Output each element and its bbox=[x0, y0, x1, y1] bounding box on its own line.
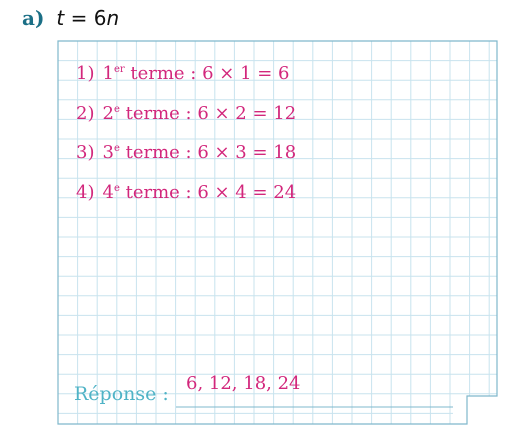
item-colon: : bbox=[179, 142, 198, 163]
item-number: 3) bbox=[76, 142, 95, 163]
item-colon: : bbox=[179, 103, 198, 124]
response-label: Réponse : bbox=[74, 383, 169, 405]
grid-border bbox=[57, 40, 498, 425]
item-word: terme bbox=[119, 182, 180, 203]
item-ordinal: 2 bbox=[102, 103, 114, 124]
item-number: 2) bbox=[76, 103, 95, 124]
list-item-4: 4) 4e terme : 6 × 4 = 24 bbox=[76, 182, 296, 204]
item-calculation: 6 × 1 = 6 bbox=[202, 63, 290, 84]
item-colon: : bbox=[184, 63, 203, 84]
item-colon: : bbox=[179, 182, 198, 203]
item-ordinal: 3 bbox=[102, 142, 114, 163]
grid-corner-notch bbox=[453, 396, 503, 428]
item-calculation: 6 × 3 = 18 bbox=[197, 142, 297, 163]
list-item-2: 2) 2e terme : 6 × 2 = 12 bbox=[76, 103, 296, 125]
item-calculation: 6 × 4 = 24 bbox=[197, 182, 297, 203]
item-word: terme bbox=[119, 142, 180, 163]
item-number: 4) bbox=[76, 182, 95, 203]
item-ordinal-suffix: er bbox=[113, 64, 125, 75]
item-ordinal: 1 bbox=[102, 63, 114, 84]
item-word: terme bbox=[119, 103, 180, 124]
list-item-1: 1) 1er terme : 6 × 1 = 6 bbox=[76, 63, 290, 85]
item-ordinal: 4 bbox=[102, 182, 114, 203]
item-word: terme bbox=[124, 63, 185, 84]
list-item-3: 3) 3e terme : 6 × 3 = 18 bbox=[76, 142, 296, 164]
response-value: 6, 12, 18, 24 bbox=[186, 373, 301, 394]
item-calculation: 6 × 2 = 12 bbox=[197, 103, 297, 124]
item-number: 1) bbox=[76, 63, 95, 84]
